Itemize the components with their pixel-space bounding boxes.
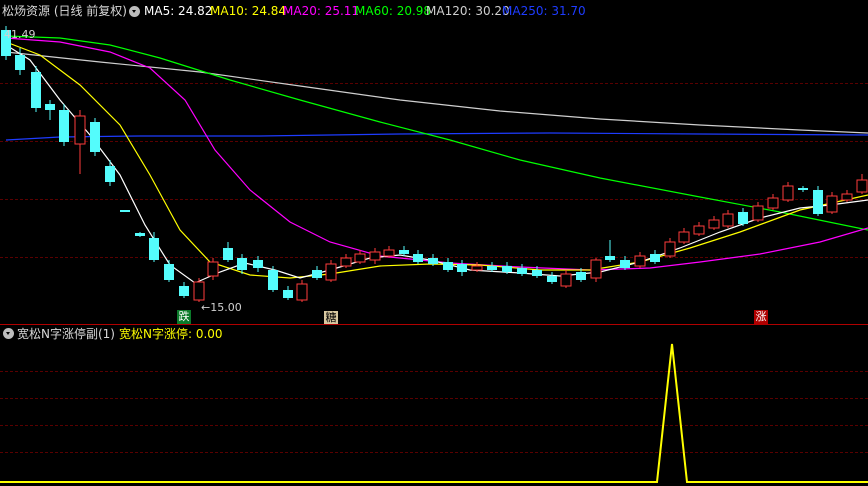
candle-body bbox=[813, 190, 823, 214]
high-price-marker: 41.49 bbox=[4, 28, 36, 41]
candle-body bbox=[399, 250, 409, 254]
signal-mid-badge: 糖 bbox=[324, 311, 338, 324]
candle-body bbox=[237, 258, 247, 270]
ma10-line bbox=[5, 41, 868, 279]
ma120-line bbox=[5, 51, 868, 134]
candle-body bbox=[502, 266, 512, 272]
signal-down-badge: 跌 bbox=[177, 310, 191, 324]
candle-body bbox=[782, 185, 794, 201]
candle-body bbox=[325, 263, 337, 281]
candle-body bbox=[74, 115, 86, 145]
candle-body bbox=[383, 249, 395, 257]
candle-body bbox=[179, 286, 189, 296]
candle-body bbox=[428, 258, 438, 264]
candle-body bbox=[487, 266, 497, 270]
candle-body bbox=[664, 241, 676, 257]
indicator-header: 宽松N字涨停副(1) 宽松N字涨停: 0.00 bbox=[0, 324, 868, 342]
candle-body bbox=[90, 122, 100, 152]
candle-body bbox=[457, 264, 467, 272]
candle-body bbox=[164, 264, 174, 280]
indicator-name: 宽松N字涨停副(1) bbox=[17, 327, 115, 341]
signal-up-badge: 涨 bbox=[754, 310, 768, 324]
candle-body bbox=[532, 270, 542, 276]
candle-body bbox=[767, 197, 779, 209]
candle-body bbox=[708, 219, 720, 229]
candle-body bbox=[856, 179, 868, 193]
candle-body bbox=[798, 188, 808, 190]
candle-body bbox=[738, 212, 748, 224]
candle-body bbox=[253, 260, 263, 268]
candle-body bbox=[413, 254, 423, 262]
candle-body bbox=[826, 195, 838, 213]
candle-body bbox=[369, 251, 381, 261]
candle-body bbox=[605, 256, 615, 260]
candle-body bbox=[547, 276, 557, 282]
candle-body bbox=[620, 260, 630, 268]
candle-body bbox=[45, 104, 55, 110]
candle-body bbox=[590, 259, 602, 279]
candle-body bbox=[149, 238, 159, 260]
candle-body bbox=[31, 72, 41, 108]
candle-body bbox=[443, 262, 453, 270]
candle-body bbox=[560, 273, 572, 287]
candle-body bbox=[841, 193, 853, 201]
candle-body bbox=[105, 166, 115, 182]
low-price-marker: ←15.00 bbox=[201, 301, 242, 314]
candle-body bbox=[59, 110, 69, 142]
candle-body bbox=[340, 257, 352, 267]
ma5-line bbox=[5, 44, 868, 284]
candle-body bbox=[223, 248, 233, 260]
candle-body bbox=[722, 213, 734, 227]
candle-body bbox=[693, 225, 705, 235]
indicator-dropdown-icon[interactable] bbox=[3, 328, 14, 339]
candle-body bbox=[517, 268, 527, 274]
indicator-value: 宽松N字涨停: 0.00 bbox=[119, 327, 223, 341]
candle-body bbox=[135, 233, 145, 236]
candle-body bbox=[752, 205, 764, 221]
candle-body bbox=[354, 253, 366, 263]
candle-body bbox=[283, 290, 293, 298]
candle-body bbox=[207, 261, 219, 277]
candle-body bbox=[634, 255, 646, 267]
candle-body bbox=[650, 254, 660, 262]
candle-body bbox=[471, 265, 483, 271]
candle-body bbox=[268, 270, 278, 290]
candle-body bbox=[296, 283, 308, 301]
candle-body bbox=[576, 272, 586, 280]
price-chart[interactable] bbox=[0, 0, 868, 486]
candle-body bbox=[15, 55, 25, 70]
candle-body bbox=[193, 281, 205, 301]
stock-chart-window: { "header": { "title": "松炀资源 (日线 前复权)", … bbox=[0, 0, 868, 486]
candle-body bbox=[312, 270, 322, 278]
candlesticks bbox=[1, 26, 868, 302]
indicator-line bbox=[0, 343, 868, 483]
candle-body bbox=[120, 210, 130, 212]
candle-body bbox=[678, 231, 690, 243]
